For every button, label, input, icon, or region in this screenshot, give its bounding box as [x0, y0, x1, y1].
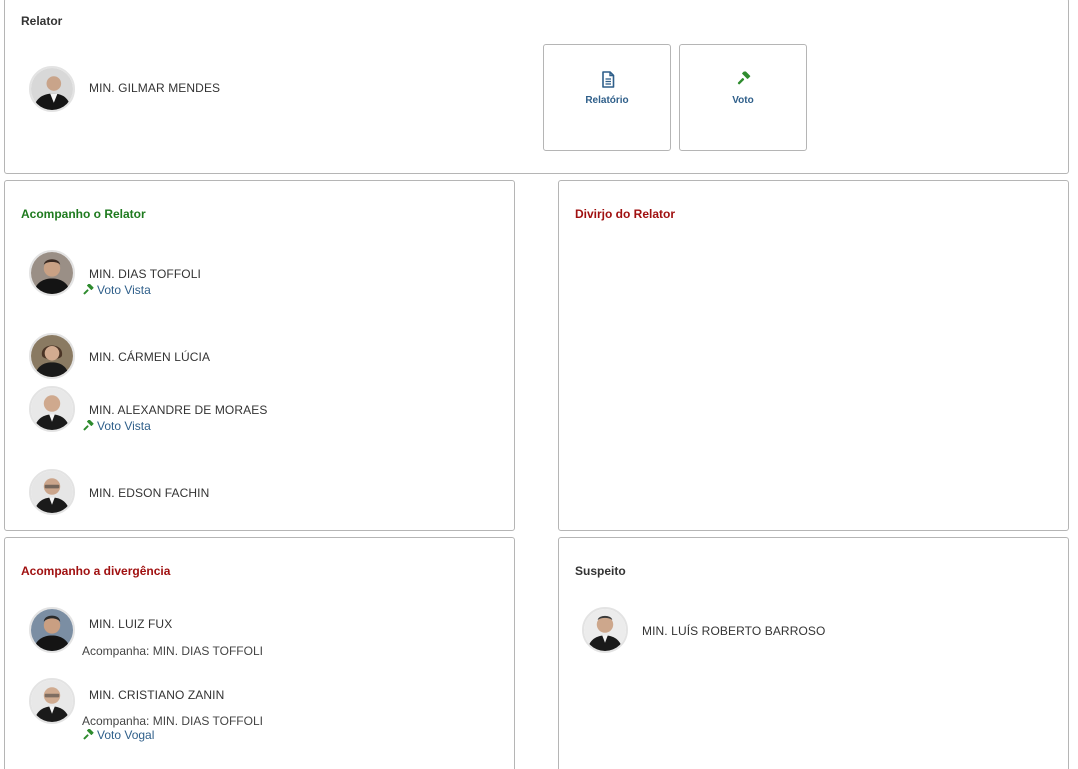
avatar [29, 66, 75, 112]
relatorio-label: Relatório [585, 95, 629, 106]
suspeito-title: Suspeito [575, 564, 626, 578]
acompanho-relator-panel: Acompanho o Relator MIN. DIAS TOFFOLI Vo… [4, 180, 515, 531]
divirjo-relator-title: Divirjo do Relator [575, 207, 676, 221]
voto-vista-link[interactable]: Voto Vista [82, 283, 151, 297]
acompanho-relator-title: Acompanho o Relator [21, 207, 146, 221]
minister-name: MIN. ALEXANDRE DE MORAES [89, 403, 268, 417]
vote-link-label: Voto Vogal [97, 728, 155, 742]
minister-name: MIN. CÁRMEN LÚCIA [89, 350, 211, 364]
avatar [582, 607, 628, 653]
acompanho-divergencia-panel: Acompanho a divergência MIN. LUIZ FUX Ac… [4, 537, 515, 769]
gavel-icon [736, 71, 752, 88]
gavel-icon [82, 420, 95, 433]
vote-link-label: Voto Vista [97, 419, 151, 433]
divirjo-relator-panel: Divirjo do Relator [558, 180, 1069, 531]
minister-name: MIN. EDSON FACHIN [89, 486, 210, 500]
suspeito-panel: Suspeito MIN. LUÍS ROBERTO BARROSO [558, 537, 1069, 769]
document-icon [602, 71, 615, 88]
minister-relator: MIN. GILMAR MENDES [29, 66, 329, 114]
follows-text: Acompanha: MIN. DIAS TOFFOLI [82, 714, 263, 728]
voto-label: Voto [732, 95, 754, 106]
vote-link-label: Voto Vista [97, 283, 151, 297]
minister-carmen-lucia: MIN. CÁRMEN LÚCIA [29, 333, 329, 381]
avatar [29, 607, 75, 653]
follows-text: Acompanha: MIN. DIAS TOFFOLI [82, 644, 263, 658]
minister-name: MIN. LUIZ FUX [89, 617, 173, 631]
acompanho-divergencia-title: Acompanho a divergência [21, 564, 171, 578]
gavel-icon [82, 729, 95, 742]
minister-name: MIN. DIAS TOFFOLI [89, 267, 201, 281]
avatar [29, 386, 75, 432]
relator-title: Relator [21, 14, 63, 28]
minister-edson-fachin: MIN. EDSON FACHIN [29, 469, 329, 517]
gavel-icon [82, 284, 95, 297]
minister-luis-roberto-barroso: MIN. LUÍS ROBERTO BARROSO [582, 607, 882, 655]
minister-alexandre-de-moraes: MIN. ALEXANDRE DE MORAES [29, 386, 329, 434]
voto-vogal-link[interactable]: Voto Vogal [82, 728, 154, 742]
avatar [29, 469, 75, 515]
voto-button[interactable]: Voto [679, 44, 807, 151]
relator-panel: Relator MIN. GILMAR MENDES Relatório Vot… [4, 0, 1069, 174]
avatar [29, 333, 75, 379]
avatar [29, 678, 75, 724]
minister-name: MIN. CRISTIANO ZANIN [89, 688, 225, 702]
avatar [29, 250, 75, 296]
minister-name: MIN. LUÍS ROBERTO BARROSO [642, 624, 826, 638]
relatorio-button[interactable]: Relatório [543, 44, 671, 151]
voto-vista-link[interactable]: Voto Vista [82, 419, 151, 433]
minister-dias-toffoli: MIN. DIAS TOFFOLI [29, 250, 329, 298]
minister-name: MIN. GILMAR MENDES [89, 81, 221, 95]
